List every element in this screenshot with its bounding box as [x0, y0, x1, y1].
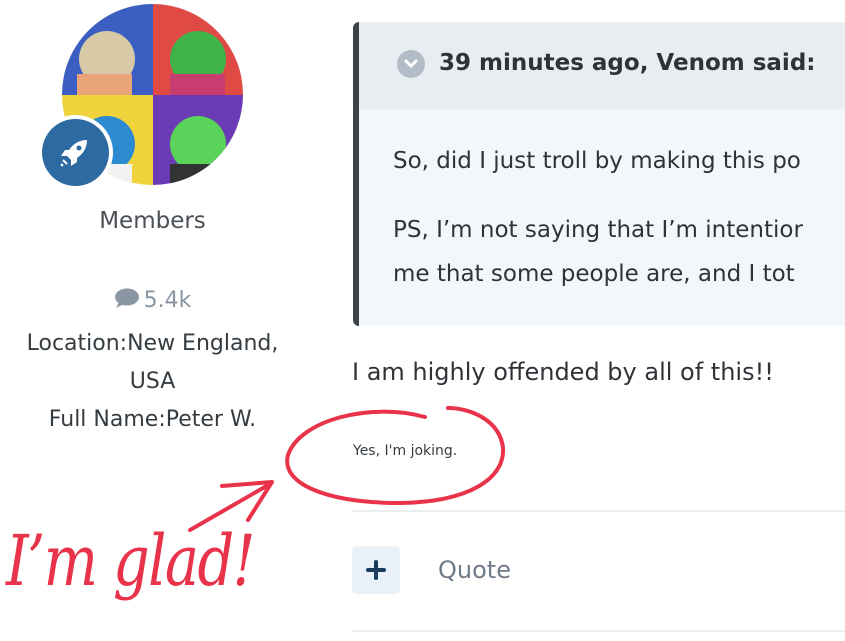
post-count[interactable]: 5.4k: [0, 287, 305, 313]
fullname-value: Peter W.: [165, 407, 257, 432]
rocket-icon: [60, 140, 87, 167]
fullname-label: Full Name:: [48, 407, 166, 432]
rank-badge: [38, 115, 113, 190]
quote-paragraph-1: So, did I just troll by making this po: [393, 148, 801, 174]
divider-bottom: [352, 630, 845, 632]
quote-paragraph-2-line-1: PS, I’m not saying that I’m intentior: [393, 217, 803, 243]
quoted-post: 39 minutes ago, Venom said: So, did I ju…: [353, 22, 845, 326]
post-count-value: 5.4k: [143, 288, 192, 313]
post-small-note: Yes, I'm joking.: [353, 443, 458, 459]
location-field: Location:New England,: [0, 325, 305, 363]
location-label: Location:: [26, 331, 128, 356]
post-text: I am highly offended by all of this!!: [352, 358, 774, 386]
chevron-down-icon[interactable]: [397, 50, 425, 78]
quote-citation[interactable]: 39 minutes ago, Venom said:: [439, 50, 815, 76]
divider: [352, 510, 845, 512]
location-value: New England,: [127, 331, 279, 356]
handwritten-annotation: I’m glad!: [6, 520, 256, 602]
quote-button[interactable]: Quote: [438, 556, 511, 584]
plus-icon: [366, 560, 386, 580]
multiquote-button[interactable]: [352, 546, 400, 594]
quote-paragraph-2: PS, I’m not saying that I’m intentior me …: [393, 208, 803, 296]
quote-header[interactable]: 39 minutes ago, Venom said:: [359, 22, 845, 109]
fullname-field: Full Name:Peter W.: [0, 401, 305, 439]
quote-body: So, did I just troll by making this po P…: [393, 139, 803, 324]
member-group: Members: [99, 208, 206, 234]
comment-icon: [114, 288, 139, 308]
location-value-continued: USA: [129, 369, 176, 394]
quote-paragraph-2-line-2: me that some people are, and I tot: [393, 261, 795, 287]
profile-fields: Location:New England, USA Full Name:Pete…: [0, 325, 305, 439]
